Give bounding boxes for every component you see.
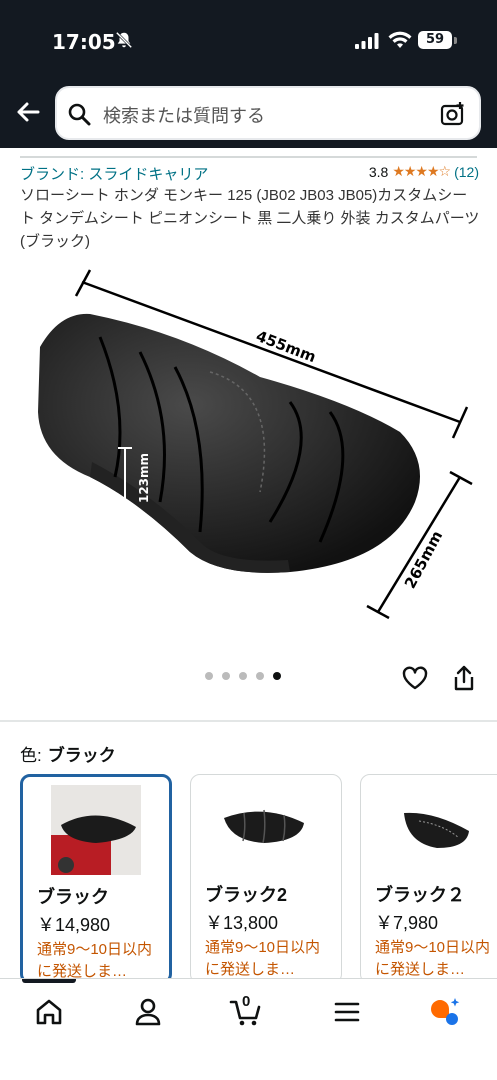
color-label: 色: <box>20 746 42 765</box>
divider <box>20 156 477 158</box>
variant-card[interactable]: ブラック２ ￥7,980 通常9～10日以内に発送しま… <box>360 774 497 984</box>
variant-card[interactable]: ブラック2 ￥13,800 通常9～10日以内に発送しま… <box>190 774 342 984</box>
back-arrow-icon[interactable] <box>12 96 44 128</box>
variant-carousel[interactable]: ブラック ￥14,980 通常9～10日以内に発送しま… ブラック2 ￥13,8… <box>20 774 497 984</box>
signal-icon <box>355 33 379 49</box>
rating-stars: ★★★★☆ <box>392 163 451 179</box>
variant-thumbnail <box>219 783 309 873</box>
bell-slash-icon <box>115 31 133 49</box>
cart-icon[interactable]: 0 <box>229 993 263 1029</box>
image-pager[interactable] <box>205 672 281 680</box>
pager-dot-active[interactable] <box>273 672 281 680</box>
variant-thumbnail <box>51 785 141 875</box>
heart-icon[interactable] <box>401 664 429 692</box>
variant-name: ブラック２ <box>375 885 465 905</box>
menu-icon[interactable] <box>330 995 364 1029</box>
wifi-icon <box>388 31 412 48</box>
variant-shipping: 通常9～10日以内に発送しま… <box>37 941 153 980</box>
rufus-icon[interactable] <box>428 995 462 1029</box>
rating-summary[interactable]: 3.8 ★★★★☆ (12) <box>369 163 479 180</box>
height-label: 123mm <box>137 453 151 503</box>
product-title: ソローシート ホンダ モンキー 125 (JB02 JB03 JB05)カスタム… <box>20 187 480 250</box>
review-count[interactable]: (12) <box>454 164 479 180</box>
search-header: 検索または質問する <box>0 82 497 148</box>
product-image[interactable]: 455mm 123mm 265mm <box>20 262 480 652</box>
nav-active-indicator <box>22 979 76 983</box>
section-separator <box>0 720 497 722</box>
color-selected-value: ブラック <box>47 746 116 765</box>
status-time: 17:05 <box>52 30 116 54</box>
variant-shipping: 通常9～10日以内に発送しま… <box>375 939 491 978</box>
color-selector-label: 色: ブラック <box>20 741 116 766</box>
search-icon <box>68 103 91 126</box>
brand-link[interactable]: ブランド: スライドキャリア <box>20 163 208 184</box>
status-bar: 17:05 59 <box>0 0 497 82</box>
camera-icon[interactable] <box>439 100 467 128</box>
pager-dot[interactable] <box>256 672 264 680</box>
battery-tip <box>454 37 457 44</box>
pager-dot[interactable] <box>205 672 213 680</box>
pager-dot[interactable] <box>239 672 247 680</box>
search-input[interactable]: 検索または質問する <box>55 86 481 140</box>
account-icon[interactable] <box>131 995 165 1029</box>
variant-shipping: 通常9～10日以内に発送しま… <box>205 939 321 978</box>
variant-name: ブラック <box>37 887 109 907</box>
cart-count: 0 <box>242 993 251 1010</box>
bottom-nav: 0 <box>0 978 497 1080</box>
variant-name: ブラック2 <box>205 885 288 905</box>
home-icon[interactable] <box>32 995 66 1029</box>
length-label: 455mm <box>254 327 319 366</box>
variant-card[interactable]: ブラック ￥14,980 通常9～10日以内に発送しま… <box>20 774 172 984</box>
pager-dot[interactable] <box>222 672 230 680</box>
variant-price: ￥13,800 <box>205 913 279 933</box>
battery-icon: 59 <box>418 31 452 49</box>
variant-price: ￥14,980 <box>37 915 111 935</box>
variant-thumbnail <box>389 783 479 873</box>
search-placeholder: 検索または質問する <box>103 106 265 126</box>
share-icon[interactable] <box>452 664 476 692</box>
variant-price: ￥7,980 <box>375 913 439 933</box>
rating-value: 3.8 <box>368 163 389 180</box>
